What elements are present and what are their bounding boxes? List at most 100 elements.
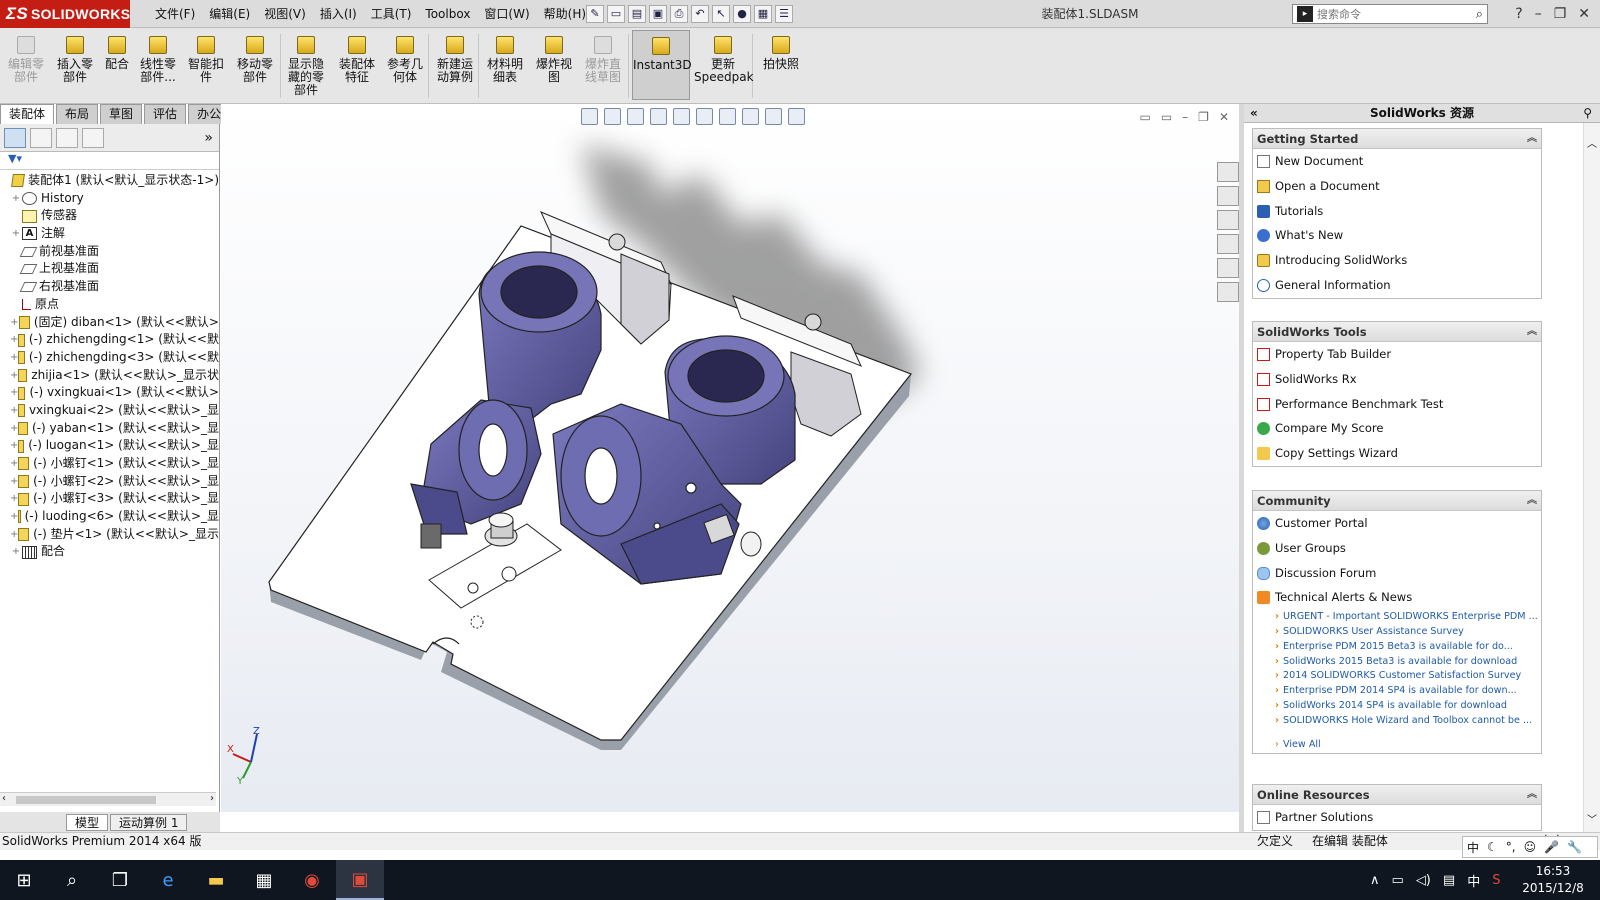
start-icon[interactable]: ⊞ bbox=[0, 860, 48, 900]
task-link[interactable]: User Groups bbox=[1253, 536, 1541, 561]
scroll-thumb[interactable] bbox=[16, 796, 156, 804]
volume-icon[interactable]: ◁) bbox=[1416, 873, 1431, 888]
task-link[interactable]: Property Tab Builder bbox=[1253, 342, 1541, 367]
assembly-model[interactable] bbox=[221, 104, 1239, 812]
expand-toggle-icon[interactable]: + bbox=[10, 437, 18, 455]
news-item[interactable]: Enterprise PDM 2014 SP4 is available for… bbox=[1253, 684, 1541, 699]
action-center-icon[interactable]: ▤ bbox=[1443, 873, 1455, 888]
appearance-tab-icon[interactable] bbox=[82, 127, 104, 148]
task-link[interactable]: Tutorials bbox=[1253, 199, 1541, 224]
tab-3[interactable]: 评估 bbox=[144, 104, 187, 124]
collapse-section-icon[interactable]: ︽ bbox=[1527, 491, 1537, 511]
expand-toggle-icon[interactable]: + bbox=[10, 225, 22, 243]
expand-toggle-icon[interactable]: + bbox=[10, 543, 22, 561]
task-link[interactable]: Performance Benchmark Test bbox=[1253, 392, 1541, 417]
featuremanager-tab-icon[interactable] bbox=[4, 127, 26, 148]
task-link[interactable]: Copy Settings Wizard bbox=[1253, 441, 1541, 466]
expand-toggle-icon[interactable]: + bbox=[10, 420, 18, 438]
tree-item[interactable]: + (-) 小螺钉<1> (默认<<默认>_显 bbox=[0, 455, 219, 473]
scroll-left-icon[interactable]: ‹ bbox=[2, 793, 6, 804]
tree-item[interactable]: 右视基准面 bbox=[0, 278, 219, 296]
sogou-ime-icon[interactable]: S bbox=[1492, 873, 1500, 888]
tree-item[interactable]: + 配合 bbox=[0, 543, 219, 561]
tree-item[interactable]: + (-) luogan<1> (默认<<默认>_显 bbox=[0, 437, 219, 455]
help-icon[interactable]: ? bbox=[1515, 6, 1522, 22]
tree-item[interactable]: 前视基准面 bbox=[0, 243, 219, 261]
expand-toggle-icon[interactable]: + bbox=[10, 526, 18, 544]
tree-item[interactable]: + (-) luoding<6> (默认<<默认>_显 bbox=[0, 508, 219, 526]
search-commands-box[interactable]: ▸ 搜索命令 ⌕ bbox=[1292, 4, 1488, 24]
menu-item-3[interactable]: 插入(I) bbox=[313, 0, 364, 28]
ribbon-button-8[interactable]: 参考几 何体 bbox=[382, 30, 428, 100]
file-explorer-icon[interactable]: ▬ bbox=[192, 860, 240, 900]
restore-button[interactable]: ❐ bbox=[1554, 6, 1567, 22]
tree-item[interactable]: + (-) 小螺钉<2> (默认<<默认>_显 bbox=[0, 473, 219, 491]
news-item[interactable]: SolidWorks 2015 Beta3 is available for d… bbox=[1253, 655, 1541, 670]
menu-item-1[interactable]: 编辑(E) bbox=[202, 0, 257, 28]
file-explorer-tab-icon[interactable] bbox=[1217, 210, 1239, 230]
ime-button-3[interactable]: ☺ bbox=[1524, 840, 1537, 854]
collapse-section-icon[interactable]: ︽ bbox=[1527, 129, 1537, 149]
select-arrow-icon[interactable]: ↖ bbox=[712, 5, 730, 23]
pin-icon[interactable]: ✎ bbox=[586, 5, 604, 23]
ribbon-button-12[interactable]: 爆炸直 线草图 bbox=[580, 30, 626, 100]
expand-toggle-icon[interactable]: + bbox=[10, 473, 18, 491]
expand-toggle-icon[interactable]: + bbox=[10, 490, 18, 508]
view-all-link[interactable]: View All bbox=[1253, 737, 1541, 753]
expand-toggle-icon[interactable]: + bbox=[10, 455, 18, 473]
task-link[interactable]: Customer Portal bbox=[1253, 511, 1541, 536]
horizontal-scrollbar[interactable]: ‹ › bbox=[0, 792, 216, 806]
news-item[interactable]: SolidWorks 2014 SP4 is available for dow… bbox=[1253, 699, 1541, 714]
ime-button-5[interactable]: 🔧 bbox=[1567, 840, 1582, 854]
ribbon-button-1[interactable]: 插入零 部件 bbox=[52, 30, 98, 100]
task-pane-scrollbar[interactable]: ︿ ﹀ bbox=[1583, 123, 1600, 832]
options-icon[interactable]: ☰ bbox=[775, 5, 793, 23]
task-link[interactable]: SolidWorks Rx bbox=[1253, 367, 1541, 392]
menu-item-5[interactable]: Toolbox bbox=[418, 0, 477, 28]
ime-button-4[interactable]: 🎤 bbox=[1544, 840, 1559, 854]
tree-item[interactable]: + A 注解 bbox=[0, 225, 219, 243]
traffic-light-icon[interactable]: ● bbox=[733, 5, 751, 23]
expand-toggle-icon[interactable]: + bbox=[10, 349, 18, 367]
ribbon-button-14[interactable]: 更新 Speedpak bbox=[694, 30, 754, 100]
tab-1[interactable]: 布局 bbox=[56, 104, 99, 124]
tree-item[interactable]: + (-) vxingkuai<1> (默认<<默认> bbox=[0, 384, 219, 402]
tree-item[interactable]: + (-) zhichengding<3> (默认<<默 bbox=[0, 349, 219, 367]
ribbon-button-15[interactable]: 拍快照 bbox=[758, 30, 804, 100]
tree-item[interactable]: + vxingkuai<2> (默认<<默认>_显 bbox=[0, 402, 219, 420]
close-button[interactable]: ✕ bbox=[1578, 6, 1590, 22]
ribbon-button-0[interactable]: 编辑零 部件 bbox=[4, 30, 48, 100]
expand-toggle-icon[interactable]: + bbox=[10, 314, 19, 332]
ime-button-1[interactable]: ☾ bbox=[1487, 840, 1498, 854]
tree-item[interactable]: + (-) 垫片<1> (默认<<默认>_显示 bbox=[0, 526, 219, 544]
news-item[interactable]: 2014 SOLIDWORKS Customer Satisfaction Su… bbox=[1253, 669, 1541, 684]
configurationmanager-tab-icon[interactable] bbox=[56, 127, 78, 148]
task-link[interactable]: What's New bbox=[1253, 223, 1541, 248]
section-header[interactable]: SolidWorks Tools ︽ bbox=[1253, 322, 1541, 342]
save-icon[interactable]: ▣ bbox=[649, 5, 667, 23]
collapse-section-icon[interactable]: ︽ bbox=[1527, 322, 1537, 342]
pin-pane-icon[interactable]: ⚲ bbox=[1583, 104, 1592, 122]
section-header[interactable]: Community ︽ bbox=[1253, 491, 1541, 511]
task-link[interactable]: Introducing SolidWorks bbox=[1253, 248, 1541, 273]
ime-button-2[interactable]: °, bbox=[1506, 840, 1516, 854]
solidworks-resources-tab-icon[interactable] bbox=[1217, 162, 1239, 182]
news-item[interactable]: SOLIDWORKS User Assistance Survey bbox=[1253, 625, 1541, 640]
collapse-section-icon[interactable]: ︽ bbox=[1527, 785, 1537, 805]
search-icon[interactable]: ⌕ bbox=[48, 860, 96, 900]
expand-toggle-icon[interactable]: + bbox=[10, 190, 22, 208]
ribbon-button-11[interactable]: 爆炸视 图 bbox=[532, 30, 576, 100]
scroll-up-icon[interactable]: ︿ bbox=[1584, 135, 1600, 150]
news-item[interactable]: Enterprise PDM 2015 Beta3 is available f… bbox=[1253, 640, 1541, 655]
task-link[interactable]: Open a Document bbox=[1253, 174, 1541, 199]
tree-item[interactable]: 装配体1 (默认<默认_显示状态-1>) bbox=[0, 172, 219, 190]
task-link[interactable]: General Information bbox=[1253, 273, 1541, 298]
minimize-button[interactable]: – bbox=[1535, 6, 1542, 22]
show-hidden-icons-icon[interactable]: ∧ bbox=[1370, 873, 1380, 888]
ribbon-button-3[interactable]: 线性零 部件... bbox=[134, 30, 182, 100]
tree-item[interactable]: + (-) yaban<1> (默认<<默认>_显 bbox=[0, 420, 219, 438]
solidworks-taskbar-icon[interactable]: ▣ bbox=[336, 860, 384, 900]
menu-item-0[interactable]: 文件(F) bbox=[148, 0, 202, 28]
tab-2[interactable]: 草图 bbox=[100, 104, 143, 124]
task-view-icon[interactable]: ❐ bbox=[96, 860, 144, 900]
